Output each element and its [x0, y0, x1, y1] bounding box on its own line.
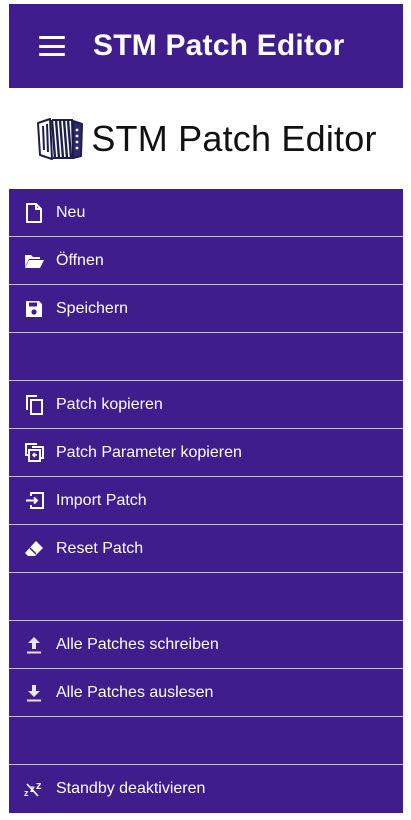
folder-open-icon	[24, 251, 44, 271]
svg-text:z: z	[24, 788, 29, 797]
menu-item-new[interactable]: Neu	[9, 189, 403, 237]
menu-spacer	[9, 333, 403, 381]
menu-item-copy-patch[interactable]: Patch kopieren	[9, 381, 403, 429]
save-icon	[24, 299, 44, 319]
svg-text:z: z	[36, 781, 42, 792]
copy-parameters-icon	[24, 443, 44, 463]
drawer-header-title: STM Patch Editor	[91, 118, 377, 159]
menu-item-write-all-patches[interactable]: Alle Patches schreiben	[9, 621, 403, 669]
sleep-icon: z z z	[24, 779, 44, 799]
menu-item-read-all-patches[interactable]: Alle Patches auslesen	[9, 669, 403, 717]
menu-item-save[interactable]: Speichern	[9, 285, 403, 333]
upload-icon	[24, 635, 44, 655]
app-bar: STM Patch Editor	[9, 4, 403, 88]
menu-item-label: Patch kopieren	[56, 395, 163, 413]
menu-item-label: Reset Patch	[56, 539, 144, 557]
menu-item-label: Speichern	[56, 299, 129, 317]
copy-icon	[24, 394, 44, 415]
menu-spacer	[9, 573, 403, 621]
menu-item-label: Neu	[56, 203, 86, 221]
drawer-menu: Neu Öffnen Speichern Patch kopieren Patc…	[9, 189, 403, 813]
menu-item-label: Import Patch	[56, 491, 147, 509]
menu-item-import-patch[interactable]: Import Patch	[9, 477, 403, 525]
menu-item-label: Öffnen	[56, 251, 104, 269]
accordion-icon	[37, 118, 84, 160]
menu-item-copy-patch-parameters[interactable]: Patch Parameter kopieren	[9, 429, 403, 477]
drawer-header: STM Patch Editor	[9, 88, 403, 190]
menu-item-reset-patch[interactable]: Reset Patch	[9, 525, 403, 573]
menu-item-label: Alle Patches auslesen	[56, 683, 214, 701]
new-file-icon	[24, 202, 44, 223]
menu-item-label: Patch Parameter kopieren	[56, 443, 242, 461]
hamburger-menu-icon[interactable]	[39, 36, 65, 56]
import-icon	[24, 491, 44, 511]
menu-item-disable-standby[interactable]: z z z Standby deaktivieren	[9, 765, 403, 813]
menu-item-open[interactable]: Öffnen	[9, 237, 403, 285]
menu-spacer	[9, 717, 403, 765]
app-bar-title: STM Patch Editor	[93, 29, 345, 62]
download-icon	[24, 683, 44, 703]
menu-item-label: Standby deaktivieren	[56, 780, 206, 797]
eraser-icon	[24, 539, 44, 559]
menu-item-label: Alle Patches schreiben	[56, 635, 219, 653]
